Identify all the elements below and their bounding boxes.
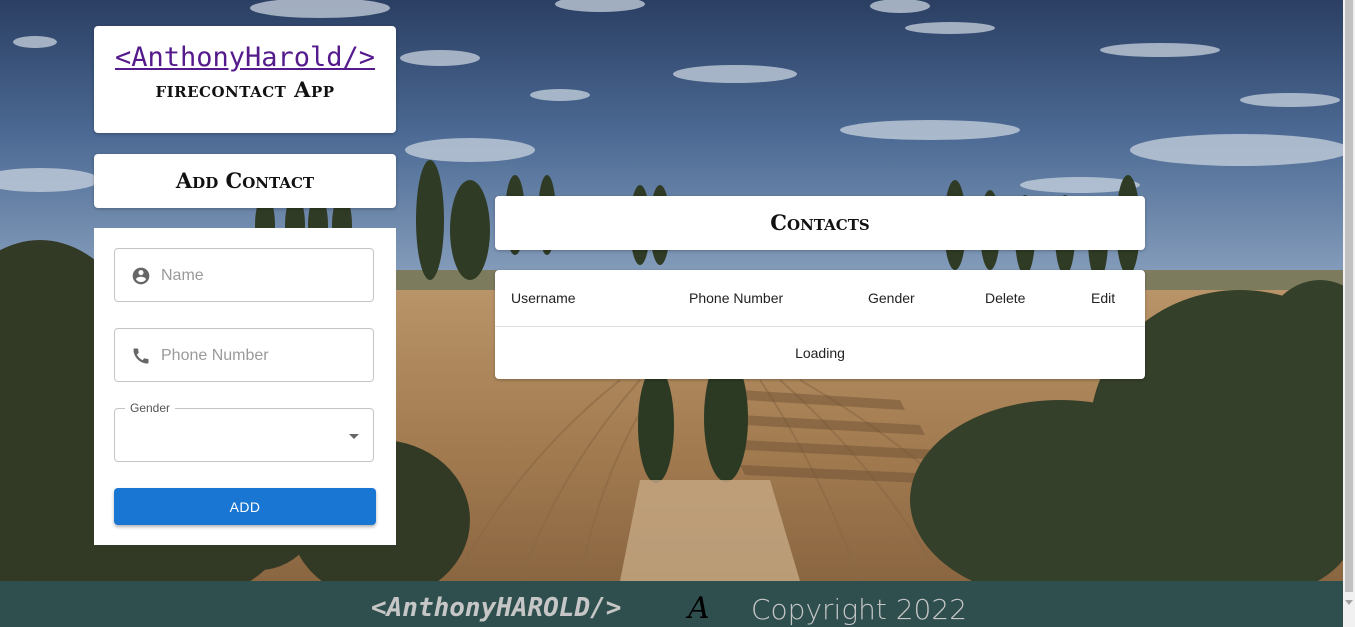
- footer-copyright: Copyright 2022: [751, 593, 968, 626]
- phone-number-input[interactable]: Phone Number: [114, 328, 374, 382]
- phone-icon: [133, 348, 149, 364]
- brand-logo-link[interactable]: <AnthonyHarold/>: [115, 42, 375, 73]
- gender-select[interactable]: Gender: [114, 401, 374, 462]
- arrow-drop-down-icon: [349, 434, 359, 439]
- column-header-username: Username: [511, 290, 576, 306]
- column-header-phone-number: Phone Number: [689, 290, 784, 306]
- contacts-header: Contacts: [495, 196, 1145, 250]
- add-contact-form: Name Phone Number Gender ADD: [94, 228, 396, 545]
- contacts-table: Username Phone Number Gender Delete Edit…: [495, 270, 1145, 379]
- gender-label: Gender: [125, 401, 176, 415]
- vertical-scrollbar[interactable]: [1343, 0, 1355, 627]
- account-circle-icon: [132, 267, 150, 285]
- add-contact-title: Add Contact: [175, 168, 315, 193]
- scrollbar-thumb[interactable]: [1345, 0, 1353, 592]
- scroll-down-arrow-icon[interactable]: [1345, 600, 1353, 605]
- add-contact-button[interactable]: ADD: [114, 488, 376, 525]
- column-header-edit: Edit: [1091, 290, 1116, 306]
- contacts-table-header: Username Phone Number Gender Delete Edit: [495, 270, 1145, 327]
- column-header-gender: Gender: [868, 290, 915, 306]
- name-input[interactable]: Name: [114, 248, 374, 302]
- phone-number-placeholder: Phone Number: [161, 347, 269, 364]
- contacts-title: Contacts: [770, 210, 870, 235]
- brand-card: <AnthonyHarold/> firecontact App: [94, 26, 396, 133]
- name-placeholder: Name: [161, 267, 204, 284]
- loading-status: Loading: [795, 345, 845, 361]
- footer: <AnthonyHAROLD/> A Copyright 2022: [0, 581, 1343, 627]
- footer-logo-icon: A: [688, 591, 710, 626]
- footer-brand: <AnthonyHAROLD/>: [371, 593, 622, 623]
- add-contact-header: Add Contact: [94, 154, 396, 208]
- column-header-delete: Delete: [985, 290, 1026, 306]
- app-name: firecontact App: [155, 77, 335, 102]
